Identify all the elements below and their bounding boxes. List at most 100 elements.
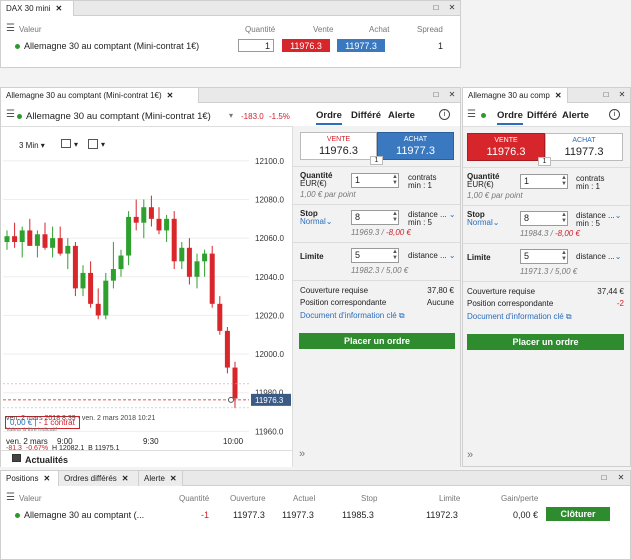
tab-alerte[interactable]: Alerte ✕ [139, 471, 183, 486]
y-tick-label: 12060.0 [255, 234, 284, 243]
limit-note: 11982.3 / 5,00 € [351, 266, 409, 275]
buy-label: ACHAT [403, 136, 428, 143]
indicatif-note: Valeur à titre indicatif [6, 427, 57, 433]
tab-side-market[interactable]: Allemagne 30 au comp ✕ [463, 88, 568, 103]
place-order-button[interactable]: Placer un ordre [299, 333, 455, 349]
maximize-icon[interactable]: □ [601, 90, 611, 100]
candle-body [179, 247, 185, 262]
candle-body [126, 216, 132, 256]
limit-label: Limite [300, 252, 324, 261]
tab-ordres-differes[interactable]: Ordres différés ✕ [59, 471, 139, 486]
close-icon[interactable]: ✕ [616, 473, 626, 483]
price-marker [228, 396, 234, 403]
stop-note-level: 11984.3 / [520, 229, 553, 238]
position-stop[interactable]: 11985.3 [342, 510, 374, 520]
limit-right1[interactable]: distance ... ⌄ [408, 251, 456, 260]
divider [293, 242, 460, 243]
candle-body [34, 234, 40, 246]
tab-market[interactable]: Allemagne 30 au comptant (Mini-contrat 1… [1, 88, 199, 103]
candle-body [186, 247, 192, 277]
tab-ordre[interactable]: Ordre [316, 110, 342, 121]
expand-icon[interactable]: » [299, 448, 305, 460]
candle-body [164, 218, 170, 231]
maximize-icon[interactable]: □ [599, 473, 609, 483]
divider [293, 280, 460, 281]
menu-icon[interactable]: ☰ [467, 109, 476, 120]
menu-icon[interactable]: ☰ [6, 23, 15, 34]
maximize-icon[interactable]: □ [431, 90, 441, 100]
doc-link[interactable]: Document d'information clé ⧉ [467, 312, 572, 322]
tab-label: Positions [6, 474, 39, 483]
candle-body [50, 238, 56, 248]
position-qty: -1 [201, 510, 210, 520]
sell-button[interactable]: VENTE 11976.3 [300, 132, 377, 160]
tab-differe[interactable]: Différé [351, 110, 381, 121]
tab-alerte[interactable]: Alerte [388, 110, 415, 121]
info-icon[interactable]: i [609, 109, 620, 120]
tab-differe[interactable]: Différé [527, 110, 557, 121]
close-icon[interactable]: ✕ [167, 91, 174, 100]
close-icon[interactable]: ✕ [447, 90, 457, 100]
doc-link[interactable]: Document d'information clé ⧉ [300, 311, 405, 321]
candle-body [232, 367, 238, 399]
tab-positions[interactable]: Positions ✕ [1, 471, 59, 486]
position-limite[interactable]: 11972.3 [426, 510, 458, 520]
col-spread: Spread [417, 25, 443, 34]
close-icon[interactable]: ✕ [555, 91, 562, 100]
candle-body [171, 218, 177, 262]
close-icon[interactable]: ✕ [43, 474, 50, 483]
tab-label: Allemagne 30 au comp [468, 91, 550, 100]
qty-right2: min : 1 [408, 181, 433, 190]
spread-box: 1 [370, 156, 383, 165]
tab-dax30[interactable]: DAX 30 mini ✕ [1, 1, 74, 16]
buy-button[interactable]: ACHAT 11977.3 [545, 133, 623, 161]
quantity-stepper[interactable]: ▲ ▼ [391, 174, 399, 186]
x-tick: 9:00 [57, 437, 73, 446]
candle-body [72, 245, 78, 289]
spread-box: 1 [538, 157, 551, 166]
close-icon[interactable]: ✕ [55, 4, 62, 13]
menu-icon[interactable]: ☰ [6, 492, 15, 503]
tab-label: Allemagne 30 au comptant (Mini-contrat 1… [6, 91, 162, 100]
tab-alerte[interactable]: Alerte [562, 110, 589, 121]
place-order-button[interactable]: Placer un ordre [467, 334, 624, 350]
sell-price: 11976.3 [486, 146, 526, 158]
close-icon[interactable]: ✕ [170, 474, 177, 483]
stop-type-select[interactable]: Normal⌄ [467, 218, 499, 227]
sell-price-button[interactable]: 11976.3 [282, 39, 330, 52]
market-row[interactable]: Allemagne 30 au comptant (Mini-contrat 1… [15, 41, 199, 51]
stop-stepper[interactable]: ▲ ▼ [391, 211, 399, 223]
order-ticket: VENTE 11976.3 ACHAT 11977.3 1 Quantité E… [292, 126, 460, 467]
close-icon[interactable]: ✕ [122, 474, 129, 483]
tab-ordre[interactable]: Ordre [497, 110, 523, 121]
limit-stepper[interactable]: ▲ ▼ [560, 250, 568, 262]
stop-type-select[interactable]: Normal⌄ [300, 217, 332, 226]
chevron-down-icon[interactable]: ▾ [229, 111, 233, 120]
expand-icon[interactable]: » [467, 449, 473, 461]
close-position-button[interactable]: Clôturer [546, 507, 610, 521]
stop-type: Normal [300, 217, 326, 226]
candle-body [110, 269, 116, 281]
candle-body [65, 245, 71, 254]
market-name: Allemagne 30 au comptant (Mini-contrat 1… [24, 41, 200, 51]
info-icon[interactable]: i [439, 109, 450, 120]
quantity-stepper[interactable]: ▲ ▼ [560, 175, 568, 187]
close-icon[interactable]: ✕ [617, 90, 627, 100]
buy-button[interactable]: ACHAT 11977.3 [377, 132, 454, 160]
stop-stepper[interactable]: ▲ ▼ [560, 212, 568, 224]
candle-body [141, 207, 147, 223]
candlestick-chart[interactable]: 12100.0 12080.0 12060.0 12040.0 12020.0 12000… [1, 127, 292, 451]
positions-tabbar: Positions ✕ Ordres différés ✕ Alerte ✕ □ ✕ [1, 471, 630, 486]
position-row[interactable]: Allemagne 30 au comptant (... [15, 510, 144, 520]
limit-stepper[interactable]: ▲ ▼ [391, 249, 399, 261]
sell-button[interactable]: VENTE 11976.3 [467, 133, 545, 161]
close-icon[interactable]: ✕ [447, 3, 457, 13]
divider [463, 281, 630, 282]
buy-price-button[interactable]: 11977.3 [337, 39, 385, 52]
quantity-input[interactable]: 1 [238, 39, 274, 52]
maximize-icon[interactable]: □ [431, 3, 441, 13]
menu-icon[interactable]: ☰ [6, 109, 15, 120]
tab-label: DAX 30 mini [6, 4, 51, 13]
limit-right1[interactable]: distance ...⌄ [576, 252, 621, 261]
news-bar[interactable]: Actualités [1, 450, 292, 467]
